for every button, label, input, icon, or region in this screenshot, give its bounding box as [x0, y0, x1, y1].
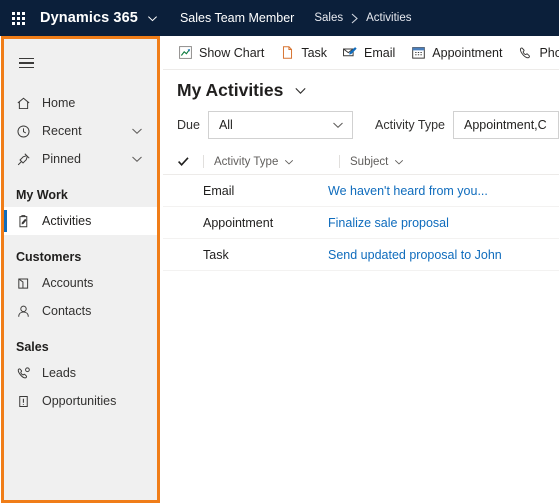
sidebar-group-my-work: My Work [16, 188, 68, 202]
breadcrumb-parent[interactable]: Sales [314, 12, 343, 24]
sidebar-item-label: Pinned [42, 152, 81, 166]
main-content: Show Chart Task Email Appointment Pho My… [163, 36, 559, 504]
column-header-subject[interactable]: Subject [350, 156, 404, 168]
hamburger-menu-icon[interactable] [4, 43, 48, 83]
app-launcher-icon[interactable] [0, 0, 36, 36]
sidebar-item-label: Home [42, 96, 76, 110]
sidebar-annotation-highlight: Home Recent Pinned My Work Activities Cu… [1, 36, 160, 503]
task-page-icon [277, 45, 297, 61]
sidebar-item-opportunities[interactable]: Opportunities [4, 387, 157, 415]
breadcrumb: Sales Activities [314, 12, 411, 24]
table-row[interactable]: Appointment Finalize sale proposal [163, 207, 559, 239]
cell-subject-link[interactable]: Finalize sale proposal [328, 216, 449, 230]
sidebar-item-accounts[interactable]: Accounts [4, 269, 157, 297]
sidebar-group-customers: Customers [16, 250, 82, 264]
appointment-button[interactable]: Appointment [404, 36, 511, 70]
chevron-down-icon[interactable] [147, 13, 158, 24]
sidebar-item-label: Accounts [42, 276, 94, 290]
column-label: Activity Type [214, 155, 279, 168]
clock-icon [16, 122, 38, 140]
column-header-activity-type[interactable]: Activity Type [214, 156, 339, 168]
grid-header-row: Activity Type Subject [163, 149, 559, 175]
sidebar-item-label: Activities [42, 214, 92, 228]
sidebar-item-leads[interactable]: Leads [4, 359, 157, 387]
column-label: Subject [350, 155, 389, 168]
sidebar-item-pinned[interactable]: Pinned [4, 145, 157, 173]
email-icon [340, 45, 360, 61]
activity-type-filter-dropdown[interactable]: Appointment,C [452, 111, 559, 139]
sidebar-group-sales: Sales [16, 340, 49, 354]
task-button[interactable]: Task [273, 36, 336, 70]
command-label: Show Chart [199, 45, 265, 60]
opportunity-icon [16, 392, 38, 410]
activity-type-filter-label: Activity Type [375, 118, 445, 132]
select-all-checkbox[interactable] [177, 155, 203, 168]
lead-phone-icon [16, 364, 38, 382]
cell-activity-type: Task [203, 247, 229, 262]
chevron-down-icon [332, 119, 344, 131]
command-label: Task [301, 45, 328, 60]
email-button[interactable]: Email [336, 36, 404, 70]
breadcrumb-current[interactable]: Activities [366, 12, 411, 24]
app-name[interactable]: Sales Team Member [180, 11, 294, 25]
table-row[interactable]: Email We haven't heard from you... [163, 175, 559, 207]
due-filter-label: Due [177, 118, 200, 132]
sidebar-item-home[interactable]: Home [4, 89, 157, 117]
chevron-down-icon [394, 157, 404, 167]
header-divider [339, 155, 340, 168]
activities-grid: Activity Type Subject Email We haven't h… [163, 149, 559, 271]
person-icon [16, 302, 38, 320]
phone-call-button[interactable]: Phone Call [511, 36, 559, 70]
sidebar-navigation: Home Recent Pinned My Work Activities Cu… [4, 39, 157, 500]
building-icon [16, 274, 38, 292]
due-filter-value: All [218, 118, 233, 132]
view-header: My Activities [163, 70, 559, 107]
sidebar-item-label: Recent [42, 124, 82, 138]
top-navigation-bar: Dynamics 365 Sales Team Member Sales Act… [0, 0, 559, 36]
chevron-right-icon [350, 13, 359, 24]
cell-activity-type: Appointment [203, 215, 274, 230]
show-chart-button[interactable]: Show Chart [171, 36, 273, 70]
phone-icon [515, 45, 535, 61]
calendar-icon [408, 45, 428, 61]
table-row[interactable]: Task Send updated proposal to John [163, 239, 559, 271]
sidebar-item-recent[interactable]: Recent [4, 117, 157, 145]
due-filter-dropdown[interactable]: All [207, 111, 354, 139]
command-label: Phone Call [539, 45, 559, 60]
chevron-down-icon [284, 157, 294, 167]
activity-type-filter-value: Appointment,C [463, 118, 547, 132]
header-divider [203, 155, 204, 168]
cell-subject-link[interactable]: Send updated proposal to John [328, 248, 502, 262]
clipboard-icon [16, 212, 38, 230]
sidebar-item-label: Leads [42, 366, 77, 380]
pin-icon [16, 150, 38, 168]
chart-icon [175, 45, 195, 61]
chevron-down-icon[interactable] [131, 153, 143, 165]
command-label: Appointment [432, 45, 503, 60]
command-bar: Show Chart Task Email Appointment Pho [163, 36, 559, 70]
sidebar-item-contacts[interactable]: Contacts [4, 297, 157, 325]
sidebar-item-activities[interactable]: Activities [4, 207, 157, 235]
cell-subject-link[interactable]: We haven't heard from you... [328, 184, 488, 198]
sidebar-item-label: Contacts [42, 304, 92, 318]
cell-activity-type: Email [203, 183, 235, 198]
command-label: Email [364, 45, 396, 60]
chevron-down-icon[interactable] [131, 125, 143, 137]
home-icon [16, 94, 38, 112]
filter-bar: Due All Activity Type Appointment,C [163, 107, 559, 149]
page-title: My Activities [177, 80, 284, 100]
sidebar-item-label: Opportunities [42, 394, 117, 408]
brand-title: Dynamics 365 [40, 10, 138, 26]
chevron-down-icon[interactable] [294, 84, 307, 97]
